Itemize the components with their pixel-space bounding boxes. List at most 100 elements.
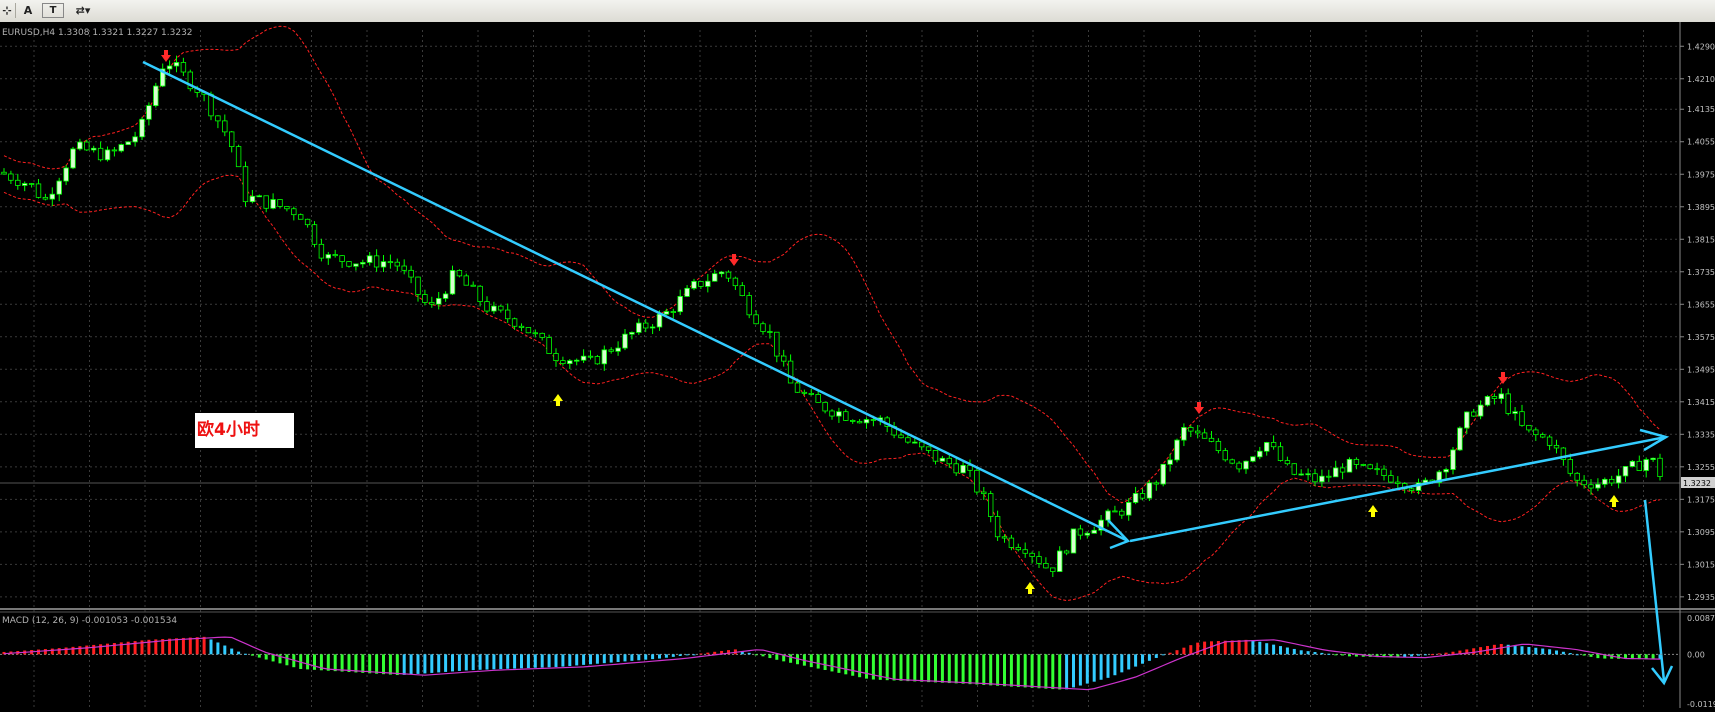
- macd-bar: [1009, 654, 1013, 687]
- macd-bar: [1120, 654, 1124, 673]
- chart-background: [0, 22, 1715, 708]
- macd-bar: [478, 654, 482, 670]
- macd-bar: [1341, 654, 1345, 656]
- bear-candle: [532, 332, 538, 335]
- macd-bar: [506, 654, 510, 669]
- macd-bar: [595, 654, 599, 664]
- bear-candle: [1374, 468, 1380, 471]
- bull-candle: [1457, 427, 1463, 451]
- bull-candle: [960, 464, 966, 474]
- text-label-tool-button[interactable]: T: [42, 3, 64, 18]
- macd-bar: [402, 654, 406, 675]
- macd-bar: [1410, 654, 1414, 657]
- bear-candle: [1471, 411, 1477, 417]
- chart-window[interactable]: 1.4290 1.4210 1.4135 1.4055 1.3975 1.3895 1.38…: [0, 22, 1715, 709]
- bear-candle: [1201, 432, 1208, 439]
- bull-candle: [649, 326, 656, 329]
- price-tick-label: 1.3895: [1687, 203, 1715, 212]
- bear-candle: [808, 392, 814, 395]
- bear-candle: [925, 446, 932, 451]
- macd-bar: [899, 654, 903, 681]
- macd-bar: [1203, 641, 1207, 655]
- macd-bar: [175, 638, 178, 655]
- bull-candle: [49, 193, 55, 200]
- cursor-icon[interactable]: ⊹: [0, 2, 14, 19]
- macd-tick-label: 0.00: [1687, 650, 1705, 659]
- bull-candle: [1512, 411, 1518, 414]
- bull-candle: [712, 273, 718, 282]
- bear-candle: [1367, 464, 1373, 470]
- price-tick-label: 1.3975: [1687, 170, 1715, 179]
- bear-candle: [539, 332, 545, 338]
- bull-candle: [270, 199, 276, 209]
- bull-candle: [1333, 467, 1339, 478]
- macd-bar: [554, 654, 558, 667]
- price-tick-label: 1.3095: [1687, 528, 1715, 537]
- macd-bar: [209, 639, 213, 655]
- bull-candle: [1057, 550, 1063, 572]
- macd-bar: [1561, 651, 1565, 655]
- bull-candle: [63, 167, 69, 182]
- macd-bar: [658, 654, 661, 659]
- macd-bar: [713, 651, 717, 655]
- bull-candle: [1084, 532, 1090, 536]
- macd-bar: [202, 636, 206, 655]
- macd-bar: [195, 637, 199, 655]
- macd-bar: [1168, 652, 1172, 655]
- bear-candle: [1001, 536, 1008, 539]
- bear-candle: [284, 206, 290, 210]
- macd-bar: [1299, 650, 1303, 655]
- macd-bar: [582, 654, 586, 665]
- macd-bar: [609, 654, 613, 663]
- macd-bar: [1292, 648, 1296, 655]
- bear-candle: [277, 199, 283, 207]
- macd-tick-label: -0.0119: [1687, 700, 1715, 708]
- bear-candle: [670, 311, 676, 313]
- macd-bar: [1589, 654, 1593, 657]
- macd-bar: [1334, 654, 1338, 656]
- text-tool-button[interactable]: A: [18, 2, 38, 19]
- macd-bar: [1154, 654, 1158, 658]
- bull-candle: [677, 296, 683, 313]
- bear-candle: [477, 285, 483, 303]
- bear-candle: [429, 302, 435, 305]
- macd-bar: [789, 654, 793, 663]
- bear-candle: [953, 463, 959, 474]
- bull-candle: [1174, 439, 1180, 461]
- macd-bar: [181, 637, 185, 655]
- bear-candle: [898, 434, 904, 439]
- arrows-tool-button[interactable]: ⇄▾: [68, 2, 98, 19]
- bear-candle: [525, 327, 532, 334]
- bear-candle: [1, 171, 7, 175]
- bear-candle: [318, 243, 325, 259]
- toolbar-separator: [15, 3, 16, 18]
- macd-bar: [485, 654, 489, 670]
- macd-bar: [71, 646, 75, 655]
- price-tick-label: 1.3495: [1687, 365, 1715, 374]
- bull-candle: [705, 280, 711, 287]
- bear-candle: [1519, 411, 1525, 426]
- macd-bar: [78, 646, 82, 655]
- bull-candle: [56, 180, 62, 195]
- bear-candle: [1188, 427, 1194, 432]
- macd-bar: [871, 654, 875, 680]
- macd-bar: [230, 648, 234, 655]
- macd-bar: [244, 653, 247, 655]
- macd-bar: [368, 654, 372, 674]
- macd-bar: [906, 654, 910, 682]
- price-chart-svg[interactable]: 1.4290 1.4210 1.4135 1.4055 1.3975 1.3895 1.38…: [0, 22, 1715, 709]
- bull-candle: [1305, 473, 1311, 476]
- bear-candle: [546, 337, 552, 354]
- macd-bar: [1003, 654, 1006, 687]
- bear-candle: [608, 349, 614, 352]
- bull-candle: [629, 332, 635, 335]
- bear-candle: [794, 382, 801, 393]
- macd-bar: [989, 654, 993, 686]
- macd-bar: [671, 654, 675, 657]
- macd-bar: [1182, 647, 1186, 655]
- macd-bar: [1265, 643, 1269, 655]
- bear-candle: [346, 261, 352, 267]
- bull-candle: [125, 141, 131, 146]
- macd-bar: [1520, 646, 1524, 655]
- macd-bar: [85, 645, 89, 655]
